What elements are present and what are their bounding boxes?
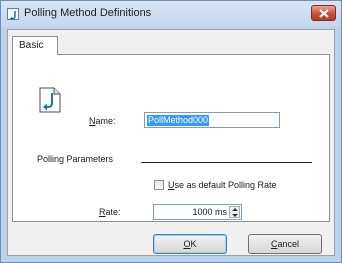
name-input[interactable]: PollMethod000 — [144, 112, 280, 128]
title-bar[interactable]: Polling Method Definitions — [1, 1, 341, 27]
rate-spinbox[interactable]: 1000 ms — [153, 204, 242, 220]
close-icon — [319, 9, 329, 18]
dialog-body: Basic Name: PollMethod000 Polling Parame… — [7, 29, 335, 256]
spin-up-icon[interactable] — [232, 208, 238, 211]
ok-button[interactable]: OK — [153, 234, 227, 254]
tab-basic-label: Basic — [19, 40, 44, 51]
rate-spin-buttons[interactable] — [229, 206, 240, 218]
cancel-button[interactable]: Cancel — [248, 234, 322, 254]
name-input-value: PollMethod000 — [147, 115, 210, 126]
section-divider — [141, 162, 312, 163]
dialog-window: Polling Method Definitions Basic Name: P… — [0, 0, 342, 263]
default-rate-label[interactable]: Use as default Polling Rate — [168, 180, 277, 190]
tab-panel-basic: Name: PollMethod000 Polling Parameters U… — [12, 54, 330, 222]
name-label: Name: — [89, 116, 116, 126]
document-icon — [39, 87, 61, 113]
default-rate-checkbox[interactable] — [154, 180, 164, 190]
app-icon — [7, 8, 19, 20]
window-title: Polling Method Definitions — [24, 7, 152, 19]
rate-value: 1000 ms — [192, 207, 227, 217]
polling-parameters-label: Polling Parameters — [37, 154, 114, 164]
close-button[interactable] — [311, 5, 336, 21]
tab-basic[interactable]: Basic — [12, 36, 58, 55]
spin-down-icon[interactable] — [232, 214, 238, 217]
rate-label: Rate: — [99, 207, 121, 217]
